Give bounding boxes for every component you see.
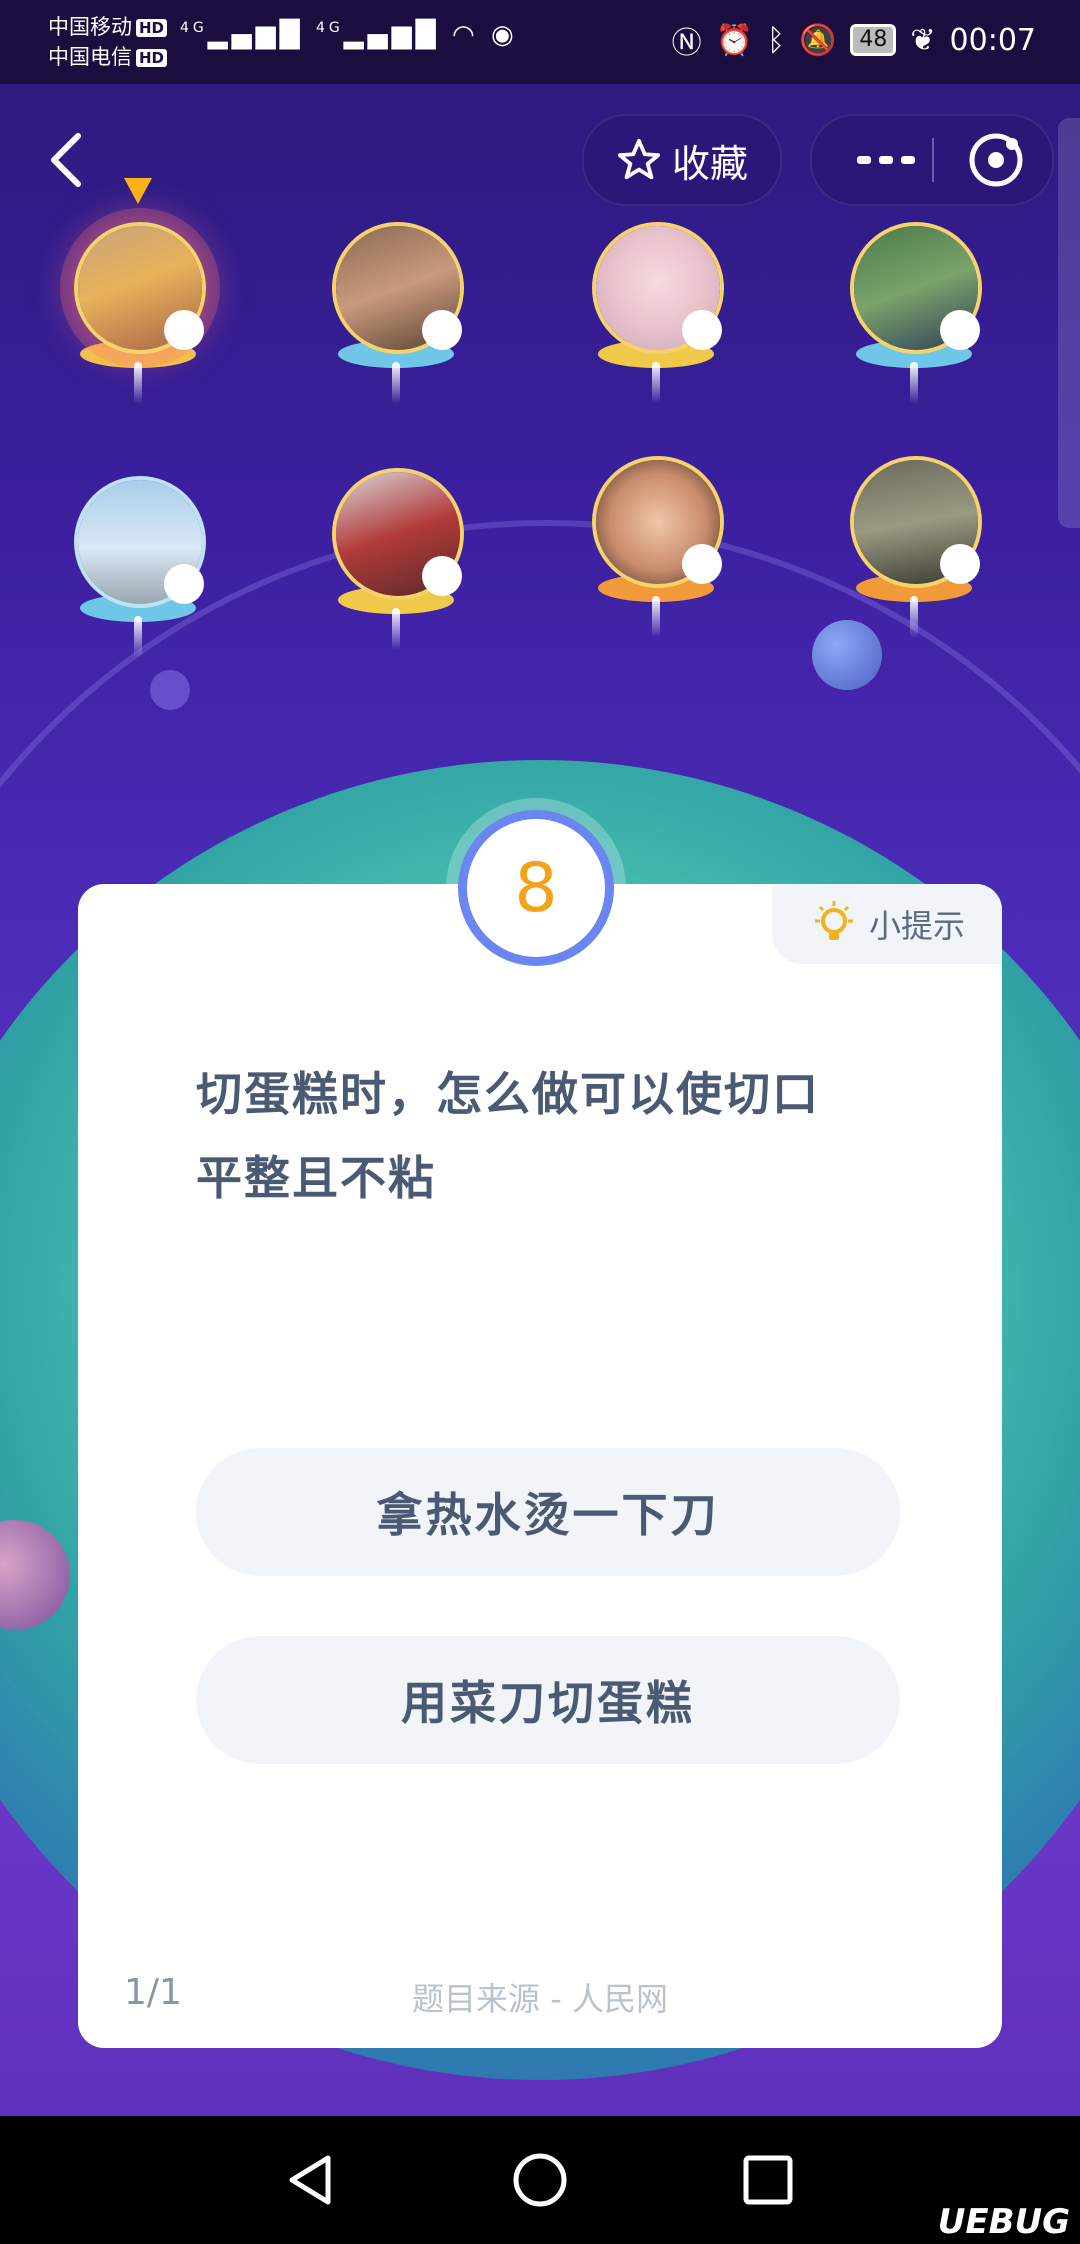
chevron-left-icon xyxy=(51,133,81,187)
hint-label: 小提示 xyxy=(868,907,965,945)
avatar-beam xyxy=(910,362,918,404)
exit-button[interactable] xyxy=(962,126,1030,194)
watermark-logo: UEBUG xyxy=(937,2202,1070,2242)
eye-comfort-icon: ◉ xyxy=(490,20,518,50)
avatar-beam xyxy=(134,362,142,404)
player-avatar[interactable] xyxy=(322,468,472,668)
nav-home-button[interactable] xyxy=(506,2146,574,2214)
player-avatar[interactable] xyxy=(64,178,214,422)
hd-badge: HD xyxy=(136,19,168,37)
question-line: 平整且不粘 xyxy=(196,1151,436,1205)
status-dot xyxy=(422,556,462,596)
hd-badge: HD xyxy=(136,49,168,67)
avatar-beam xyxy=(910,596,918,638)
wifi-icon: ◠ xyxy=(452,20,479,50)
status-dot xyxy=(422,310,462,350)
top-nav: 收藏 xyxy=(0,84,1080,234)
signal-strength-icon: ▂▄▆█ xyxy=(343,20,440,50)
player-avatar[interactable] xyxy=(322,222,472,422)
decorative-star xyxy=(150,670,190,710)
lightbulb-icon xyxy=(814,901,853,940)
nav-recents-button[interactable] xyxy=(734,2146,802,2214)
question-card: 小提示 切蛋糕时，怎么做可以使切口 平整且不粘 拿热水烫一下刀 用菜刀切蛋糕 1… xyxy=(78,884,1002,2048)
leaf-icon: ❦ xyxy=(910,22,936,58)
avatar-beam xyxy=(652,596,660,638)
current-player-arrow-icon xyxy=(124,178,152,204)
status-right: Ⓝ ⏰ ᛒ 🔕 48 ❦ 00:07 xyxy=(672,18,1036,62)
system-nav-bar: UEBUG xyxy=(0,2116,1080,2244)
hint-button[interactable]: 小提示 xyxy=(772,884,1002,964)
status-dot xyxy=(682,310,722,350)
answer-option-2[interactable]: 用菜刀切蛋糕 xyxy=(196,1636,900,1764)
status-bar: 中国移动 HD 中国电信 HD 4G▂▄▆█ 4G▂▄▆█ ◠ ◉ Ⓝ ⏰ ᛒ 🔕 … xyxy=(0,0,1080,84)
nav-back-button[interactable] xyxy=(278,2146,346,2214)
carrier-info: 中国移动 HD 中国电信 HD xyxy=(48,12,168,72)
question-number-badge: 8 xyxy=(458,810,614,966)
nfc-icon: Ⓝ xyxy=(671,26,702,61)
side-scroll-handle[interactable] xyxy=(1058,118,1080,528)
signal-strength-icon: ▂▄▆█ xyxy=(207,20,304,50)
avatar-beam xyxy=(392,608,400,650)
bluetooth-icon: ᛒ xyxy=(767,22,786,58)
square-recents-icon xyxy=(743,2155,793,2205)
player-avatar[interactable] xyxy=(582,456,732,656)
status-dot xyxy=(164,310,204,350)
signal-icons: 4G▂▄▆█ 4G▂▄▆█ ◠ ◉ xyxy=(180,20,518,50)
more-dots-icon xyxy=(857,156,915,164)
status-dot xyxy=(164,564,204,604)
circle-home-icon xyxy=(513,2153,567,2207)
player-avatar[interactable] xyxy=(840,456,990,656)
network-label: 4G xyxy=(316,20,344,36)
mute-icon: 🔕 xyxy=(799,22,837,58)
answer-option-1[interactable]: 拿热水烫一下刀 xyxy=(196,1448,900,1576)
question-source: 题目来源 - 人民网 xyxy=(412,1980,668,2018)
alarm-icon: ⏰ xyxy=(715,22,754,58)
more-button[interactable] xyxy=(842,138,932,182)
carrier-2: 中国电信 xyxy=(48,45,132,69)
favorite-label: 收藏 xyxy=(671,141,748,186)
question-line: 切蛋糕时，怎么做可以使切口 xyxy=(196,1067,820,1121)
capsule-divider xyxy=(932,138,934,182)
battery-icon: 48 xyxy=(850,24,897,56)
player-avatar[interactable] xyxy=(840,222,990,422)
avatar-beam xyxy=(392,362,400,404)
question-text: 切蛋糕时，怎么做可以使切口 平整且不粘 xyxy=(196,1052,896,1220)
status-dot xyxy=(940,310,980,350)
carrier-1: 中国移动 xyxy=(48,15,132,39)
status-dot xyxy=(682,544,722,584)
mini-app-capsule xyxy=(810,114,1054,206)
favorite-button[interactable]: 收藏 xyxy=(582,114,782,206)
back-button[interactable] xyxy=(46,130,86,190)
network-label: 4G xyxy=(180,20,208,36)
status-dot xyxy=(940,544,980,584)
avatar-beam xyxy=(134,616,142,658)
avatar-beam xyxy=(652,362,660,404)
exit-icon xyxy=(969,133,1023,187)
player-avatar[interactable] xyxy=(64,476,214,676)
player-avatar[interactable] xyxy=(582,222,732,422)
star-icon xyxy=(617,138,661,180)
clock-time: 00:07 xyxy=(949,22,1036,58)
triangle-back-icon xyxy=(289,2155,331,2205)
